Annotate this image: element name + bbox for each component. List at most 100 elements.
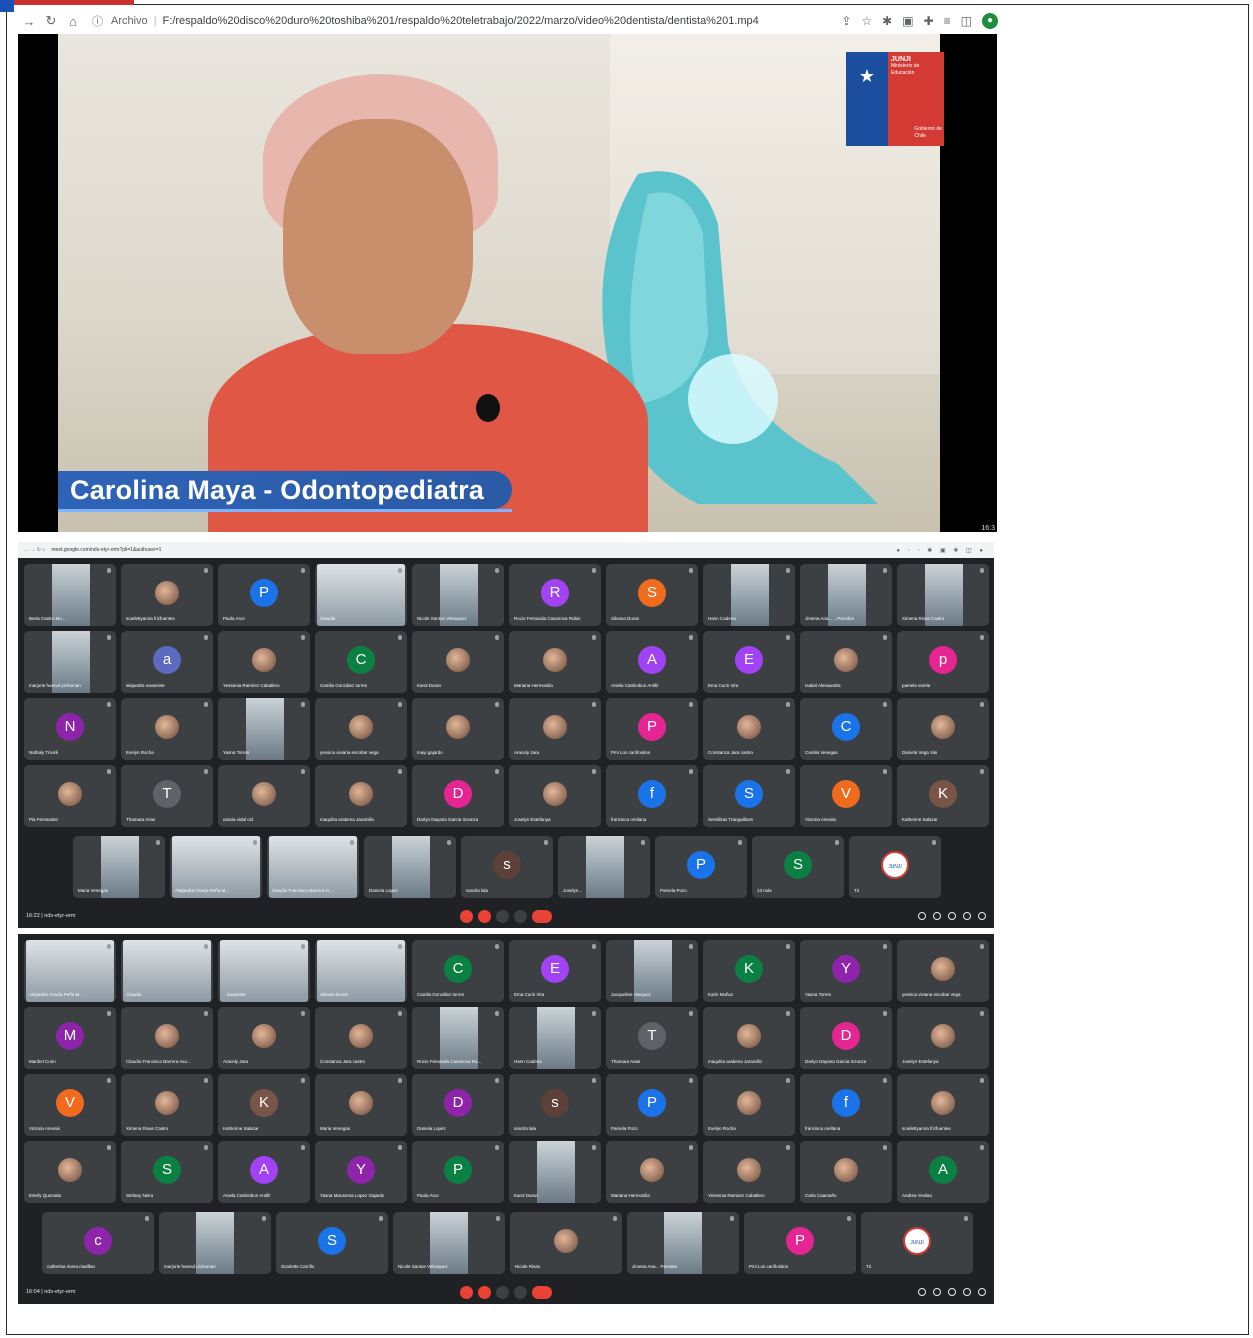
extension-icon-2[interactable]: ▣ xyxy=(902,14,913,28)
info-icon[interactable] xyxy=(918,912,926,920)
participant-tile[interactable]: N Nathaly Trivick xyxy=(24,698,116,760)
participant-tile[interactable]: A Aniela Catrileibun Antifir xyxy=(606,631,698,693)
participant-tile[interactable]: Hann Cadena xyxy=(703,564,795,626)
participant-tile[interactable]: mayi gajardo xyxy=(412,698,504,760)
participant-tile[interactable]: Isabel Alessandra xyxy=(800,631,892,693)
participant-tile[interactable]: P Pmi Los cariñositos xyxy=(744,1212,856,1274)
participant-tile[interactable]: T Thamara Arias xyxy=(606,1007,698,1069)
participant-tile[interactable]: P Pmi Los cariñositos xyxy=(606,698,698,760)
chat-icon[interactable] xyxy=(948,912,956,920)
participant-tile[interactable]: s sandra lala xyxy=(461,836,553,898)
camera-off-button[interactable] xyxy=(478,1285,491,1299)
participant-tile[interactable]: Jimena Ana... Paredes xyxy=(627,1212,739,1274)
participant-tile[interactable]: maqulita arabena Jaramillo xyxy=(315,765,407,827)
participant-tile[interactable]: Alejandra Gracia Peña M... xyxy=(24,940,116,1002)
mic-off-button[interactable] xyxy=(460,909,473,923)
participant-tile[interactable]: s sandra lala xyxy=(509,1074,601,1136)
mic-off-button[interactable] xyxy=(460,1285,473,1299)
present-button[interactable] xyxy=(496,909,509,923)
participant-tile[interactable]: Daniela Lopez xyxy=(364,836,456,898)
participant-tile[interactable]: c catherina rivera marillan xyxy=(42,1212,154,1274)
host-controls-icon[interactable] xyxy=(978,1288,986,1296)
participant-tile[interactable]: Berta Castro Mu... xyxy=(24,564,116,626)
participant-tile[interactable]: Jacqueline Vasquez xyxy=(606,940,698,1002)
share-icon[interactable]: ⇪ xyxy=(841,14,851,28)
more-options-button[interactable] xyxy=(514,909,527,923)
participant-tile[interactable]: scarlettyanira frizfuentes xyxy=(897,1074,989,1136)
people-icon[interactable] xyxy=(933,912,941,920)
participant-tile[interactable]: yessica viviana escobar vega xyxy=(897,940,989,1002)
media-icon[interactable]: ≡ xyxy=(944,14,951,28)
leave-call-button[interactable] xyxy=(532,1285,552,1299)
sidepanel-icon[interactable]: ◫ xyxy=(961,14,972,28)
participant-tile[interactable]: a alejandra navarrete xyxy=(121,631,213,693)
participant-tile[interactable]: f francisca orellana xyxy=(606,765,698,827)
participant-tile[interactable]: S 13 más xyxy=(752,836,844,898)
participant-tile[interactable]: Ximena Rivas Castro xyxy=(897,564,989,626)
participant-tile[interactable]: R Rocio Fernanda Casanova Rubio xyxy=(509,564,601,626)
participant-tile[interactable]: JUNJI Tú xyxy=(861,1212,973,1274)
participant-tile[interactable]: marjorie huenul pichuman xyxy=(24,631,116,693)
participant-tile[interactable]: Carla Caamaño xyxy=(800,1141,892,1203)
participant-tile[interactable]: Constanza Jara castro xyxy=(315,1007,407,1069)
participant-tile[interactable]: Joselyn Estefanya xyxy=(897,1007,989,1069)
participant-tile[interactable]: Yasna Torres xyxy=(218,698,310,760)
video-player[interactable]: ★ JUNJI Ministerio de Educación Gobierno… xyxy=(18,34,997,532)
participant-tile[interactable]: Claudia xyxy=(315,564,407,626)
participant-tile[interactable]: D Darlyn Dayana Garcia Inzunza xyxy=(412,765,504,827)
participant-tile[interactable]: A Andrea Yevilao xyxy=(897,1141,989,1203)
participant-tile[interactable]: Maria Venegas xyxy=(315,1074,407,1136)
participant-tile[interactable]: S Stefany Neira xyxy=(121,1141,213,1203)
camera-off-button[interactable] xyxy=(478,909,491,923)
participant-tile[interactable]: Claudio Francisco Barrera Ar... xyxy=(267,836,359,898)
extension-icon[interactable]: ✱ xyxy=(882,14,892,28)
profile-avatar[interactable]: ● xyxy=(982,13,998,29)
participant-tile[interactable]: E Ema Curin Vira xyxy=(703,631,795,693)
participant-tile[interactable]: Rocio Fernanda Casanova Ru... xyxy=(412,1007,504,1069)
participant-tile[interactable]: C Camila González torres xyxy=(412,940,504,1002)
meet-nav-icons[interactable]: ← → ↻ ⌂ xyxy=(24,547,45,553)
participant-tile[interactable]: Evelyn Rocha xyxy=(121,698,213,760)
participant-tile[interactable]: scarlettyanira frizfuentes xyxy=(121,564,213,626)
participant-tile[interactable]: S Silvana Duran xyxy=(606,564,698,626)
present-button[interactable] xyxy=(496,1285,509,1299)
participant-tile[interactable]: JUNJI Tú xyxy=(849,836,941,898)
more-options-button[interactable] xyxy=(514,1285,527,1299)
participant-tile[interactable]: T Thamara Arias xyxy=(121,765,213,827)
participant-tile[interactable]: Yessenia Ramirez Caballero xyxy=(218,631,310,693)
participant-tile[interactable]: maqulita arabena Jaramillo xyxy=(703,1007,795,1069)
info-icon[interactable] xyxy=(918,1288,926,1296)
activities-icon[interactable] xyxy=(963,912,971,920)
participant-tile[interactable]: Joselyn... xyxy=(558,836,650,898)
participant-tile[interactable]: P Pamela Pozo xyxy=(655,836,747,898)
participant-tile[interactable]: Alejandra Oracia Peña M... xyxy=(170,836,262,898)
puzzle-icon[interactable]: ✚ xyxy=(924,14,934,28)
participant-tile[interactable]: K Katherine Salazar xyxy=(897,765,989,827)
meet-url[interactable]: meet.google.com/nds-etyr-erm?pli=1&authu… xyxy=(51,547,161,553)
participant-tile[interactable]: P Paola Arce xyxy=(218,564,310,626)
participant-tile[interactable]: Hann Cadena xyxy=(509,1007,601,1069)
participant-tile[interactable]: f francisca orellana xyxy=(800,1074,892,1136)
participant-tile[interactable]: Aracely Jara xyxy=(218,1007,310,1069)
participant-tile[interactable]: M Maribel Curin xyxy=(24,1007,116,1069)
reload-icon[interactable]: ↻ xyxy=(40,13,62,29)
participant-tile[interactable]: Maria Venegas xyxy=(73,836,165,898)
participant-tile[interactable]: Pia Fernandez xyxy=(24,765,116,827)
bookmark-star-icon[interactable]: ☆ xyxy=(861,14,872,28)
participant-tile[interactable]: Claudio Francisco Barrera Aso... xyxy=(121,1007,213,1069)
participant-tile[interactable]: Mariana Hermosilla xyxy=(606,1141,698,1203)
participant-tile[interactable]: Y Yasna Macarena Lopez Gajardo xyxy=(315,1141,407,1203)
chat-icon[interactable] xyxy=(948,1288,956,1296)
participant-tile[interactable]: E Ema Curin Vira xyxy=(509,940,601,1002)
participant-tile[interactable]: C Camila González torres xyxy=(315,631,407,693)
participant-tile[interactable]: V Victoria Arevalo xyxy=(24,1074,116,1136)
participant-tile[interactable]: Joselyn Estefanya xyxy=(509,765,601,827)
participant-tile[interactable]: Karol Duran xyxy=(509,1141,601,1203)
participant-tile[interactable]: Mariana Hermosilla xyxy=(509,631,601,693)
participant-tile[interactable]: Yessenia Ramirez Caballero xyxy=(703,1141,795,1203)
participant-tile[interactable]: P Pamela Pozo xyxy=(606,1074,698,1136)
info-icon[interactable]: ⓘ xyxy=(92,13,103,29)
host-controls-icon[interactable] xyxy=(978,912,986,920)
address-bar[interactable]: F:/respaldo%20disco%20duro%20toshiba%201… xyxy=(163,15,759,27)
participant-tile[interactable]: Claudia xyxy=(121,940,213,1002)
